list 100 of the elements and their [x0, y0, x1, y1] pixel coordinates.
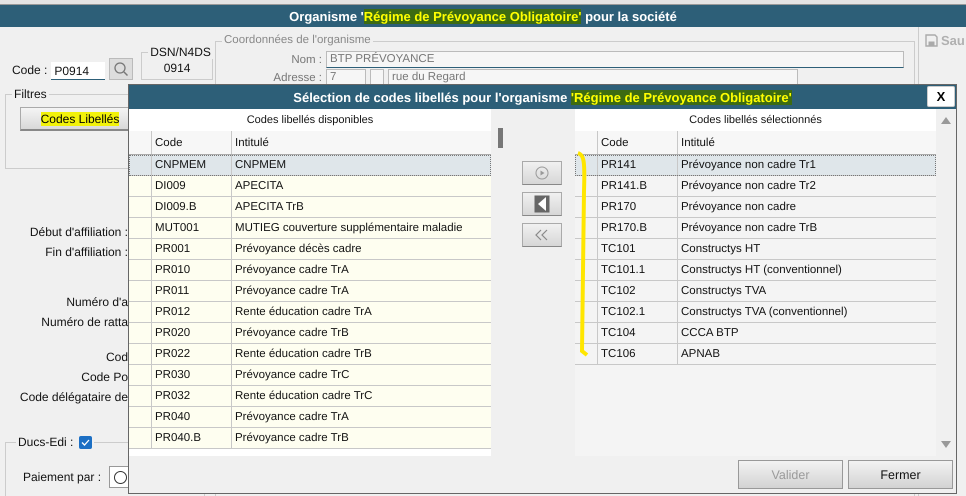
field-label: Début d'affiliation : — [30, 225, 128, 239]
table-cell: PR032 — [151, 386, 231, 406]
remove-all-button[interactable] — [522, 223, 562, 247]
checkbox[interactable] — [79, 436, 92, 448]
scroll-down-icon — [941, 441, 951, 448]
table-cell: Rente éducation cadre TrA — [231, 302, 491, 322]
table-cell: CNPMEM — [151, 155, 231, 175]
scrollbar-thumb[interactable] — [498, 128, 503, 148]
column-header: Intitulé — [231, 131, 491, 154]
table-cell: TC106 — [597, 344, 677, 364]
list-row[interactable]: PR141 Prévoyance non cadre Tr1 — [575, 155, 936, 176]
table-cell: Rente éducation cadre TrB — [231, 344, 491, 364]
table-cell: PR170.B — [597, 218, 677, 238]
table-cell: PR030 — [151, 365, 231, 385]
list-row[interactable]: PR010 Prévoyance cadre TrA — [129, 260, 491, 281]
field-label: Cod — [106, 350, 128, 364]
table-cell: TC104 — [597, 323, 677, 343]
list-row[interactable]: MUT001 MUTIEG couverture supplémentaire maladie — [129, 218, 491, 239]
code-field[interactable]: P0914 — [51, 62, 105, 80]
table-cell: PR040.B — [151, 428, 231, 448]
name-field[interactable]: BTP PRÉVOYANCE — [326, 51, 904, 68]
field-label: Fin d'affiliation : — [45, 245, 128, 259]
list-row[interactable]: TC104 CCCA BTP — [575, 323, 936, 344]
save-icon — [925, 34, 938, 47]
table-cell: Prévoyance cadre TrB — [231, 323, 491, 343]
column-header: Code — [151, 131, 231, 154]
table-cell: Prévoyance cadre TrB — [231, 428, 491, 448]
field-label: Adresse : — [272, 72, 322, 84]
field-label: Nom : — [290, 54, 322, 66]
list-row[interactable]: DI009.B APECITA TrB — [129, 197, 491, 218]
table-cell: TC102.1 — [597, 302, 677, 322]
list-row[interactable]: TC101 Constructys HT — [575, 239, 936, 260]
group-title: Coordonnées de l'organisme — [222, 34, 373, 46]
dialog-title: Sélection de codes libellés pour l'organisme 'Régime de Prévoyance Obligatoire' — [293, 90, 792, 104]
list-row[interactable]: TC102.1 Constructys TVA (conventionnel) — [575, 302, 936, 323]
table-cell: Prévoyance décès cadre — [231, 239, 491, 259]
table-cell: PR141.B — [597, 176, 677, 196]
window-title: Organisme 'Régime de Prévoyance Obligatoire' pour la société — [289, 8, 677, 24]
list-row[interactable]: TC102 Constructys TVA — [575, 281, 936, 302]
table-cell: APECITA — [231, 176, 491, 196]
table-cell: CNPMEM — [231, 155, 491, 175]
list-row[interactable]: PR040 Prévoyance cadre TrA — [129, 407, 491, 428]
list-row[interactable]: PR170.B Prévoyance non cadre TrB — [575, 218, 936, 239]
table-cell: PR011 — [151, 281, 231, 301]
field-label: Code : — [12, 63, 48, 77]
field-label: Paiement par : — [23, 470, 102, 484]
search-button[interactable] — [108, 58, 134, 80]
table-cell: DI009.B — [151, 197, 231, 217]
list-row[interactable]: PR030 Prévoyance cadre TrC — [129, 365, 491, 386]
search-icon — [112, 61, 129, 77]
list-row[interactable]: DI009 APECITA — [129, 176, 491, 197]
field-label: Numéro d'a — [66, 295, 128, 309]
group-title: DSN/N4DS — [148, 45, 213, 59]
close-dialog-button[interactable]: Fermer — [848, 460, 953, 489]
list-row[interactable]: PR141.B Prévoyance non cadre Tr2 — [575, 176, 936, 197]
list-row[interactable]: PR001 Prévoyance décès cadre — [129, 239, 491, 260]
table-cell: Prévoyance cadre TrA — [231, 281, 491, 301]
table-cell: PR012 — [151, 302, 231, 322]
table-cell: TC101 — [597, 239, 677, 259]
table-cell: PR040 — [151, 407, 231, 427]
table-cell: Rente éducation cadre TrC — [231, 386, 491, 406]
field-label: Ducs-Edi : — [18, 435, 74, 449]
table-cell: PR020 — [151, 323, 231, 343]
column-header: Code — [597, 131, 677, 154]
list-row[interactable]: TC106 APNAB — [575, 344, 936, 365]
table-cell: MUT001 — [151, 218, 231, 238]
double-chevron-left-icon — [535, 229, 549, 241]
list-row[interactable]: PR022 Rente éducation cadre TrB — [129, 344, 491, 365]
group-title: Filtres — [12, 87, 49, 101]
list-row[interactable]: PR020 Prévoyance cadre TrB — [129, 323, 491, 344]
list-row[interactable]: PR011 Prévoyance cadre TrA — [129, 281, 491, 302]
table-cell: PR141 — [597, 155, 677, 175]
dsn-value: 0914 — [164, 61, 190, 75]
panel-header: Codes libellés sélectionnés — [575, 109, 936, 131]
table-cell: APECITA TrB — [231, 197, 491, 217]
table-cell: Prévoyance cadre TrA — [231, 260, 491, 280]
list-row[interactable]: TC101.1 Constructys HT (conventionnel) — [575, 260, 936, 281]
table-cell: PR170 — [597, 197, 677, 217]
field-label: Code délégataire de — [20, 390, 128, 404]
list-row[interactable]: PR012 Rente éducation cadre TrA — [129, 302, 491, 323]
table-cell: PR022 — [151, 344, 231, 364]
close-button[interactable]: X — [927, 86, 955, 107]
table-cell: MUTIEG couverture supplémentaire maladie — [231, 218, 491, 238]
table-cell: PR001 — [151, 239, 231, 259]
list-row[interactable]: CNPMEM CNPMEM — [129, 155, 491, 176]
table-cell: Prévoyance cadre TrC — [231, 365, 491, 385]
table-cell: TC102 — [597, 281, 677, 301]
table-cell: DI009 — [151, 176, 231, 196]
field-label: Numéro de ratta — [41, 315, 128, 329]
add-button[interactable] — [522, 161, 562, 185]
list-row[interactable]: PR040.B Prévoyance cadre TrB — [129, 428, 491, 449]
radio-button[interactable] — [114, 470, 128, 484]
list-row[interactable]: PR170 Prévoyance non cadre — [575, 197, 936, 218]
field-label: Code Po — [81, 370, 128, 384]
remove-button[interactable] — [522, 192, 562, 216]
list-row[interactable]: PR032 Rente éducation cadre TrC — [129, 386, 491, 407]
play-circle-icon — [535, 166, 549, 180]
table-cell: TC101.1 — [597, 260, 677, 280]
scroll-up-icon — [941, 117, 951, 124]
table-cell: PR010 — [151, 260, 231, 280]
